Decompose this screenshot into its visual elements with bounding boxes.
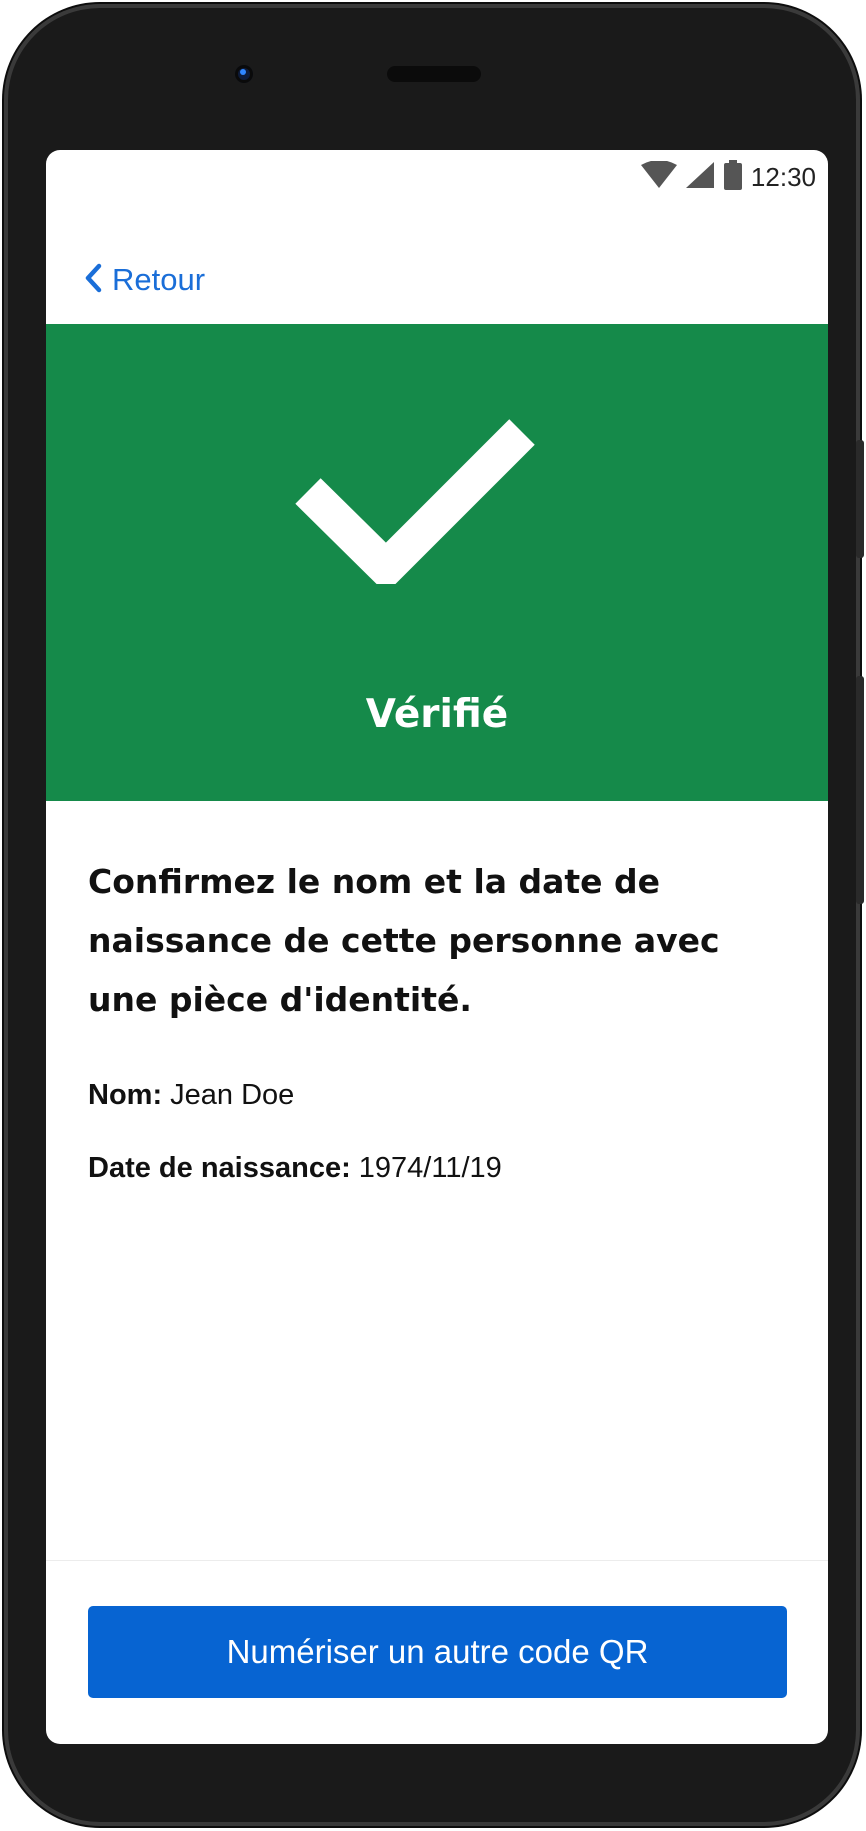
chevron-left-icon bbox=[84, 263, 102, 298]
status-bar: 12:30 bbox=[46, 150, 828, 204]
instruction-text: Confirmez le nom et la date de naissance… bbox=[88, 862, 720, 1019]
footer-divider bbox=[46, 1560, 828, 1561]
name-field: Nom: Jean Doe bbox=[88, 1079, 788, 1112]
app-screen: 12:30 Retour Vérifié Confirmez le nom et… bbox=[46, 150, 828, 1744]
battery-icon bbox=[723, 160, 743, 195]
birthdate-label: Date de naissance: bbox=[88, 1152, 351, 1184]
birthdate-value: 1974/11/19 bbox=[358, 1152, 502, 1184]
navigation-bar: Retour bbox=[46, 240, 828, 328]
power-button bbox=[856, 676, 864, 904]
birthdate-field: Date de naissance: 1974/11/19 bbox=[88, 1152, 788, 1185]
name-label: Nom: bbox=[88, 1079, 163, 1111]
details-section: Confirmez le nom et la date de naissance… bbox=[88, 852, 788, 1185]
cellular-signal-icon bbox=[685, 161, 715, 194]
phone-frame: 12:30 Retour Vérifié Confirmez le nom et… bbox=[4, 4, 864, 1826]
side-button-upper bbox=[856, 440, 864, 558]
status-time: 12:30 bbox=[750, 162, 816, 192]
scan-another-qr-button[interactable]: Numériser un autre code QR bbox=[88, 1606, 787, 1698]
wifi-icon bbox=[640, 160, 677, 194]
back-button[interactable]: Retour bbox=[84, 262, 205, 298]
verification-status-label: Vérifié bbox=[365, 692, 509, 737]
back-button-label: Retour bbox=[112, 262, 206, 297]
name-value: Jean Doe bbox=[170, 1079, 295, 1111]
front-camera bbox=[235, 65, 253, 83]
verification-result-banner: Vérifié bbox=[46, 324, 828, 801]
earpiece-speaker bbox=[387, 66, 481, 82]
status-icons: 12:30 bbox=[640, 160, 816, 195]
checkmark-icon bbox=[290, 404, 538, 594]
